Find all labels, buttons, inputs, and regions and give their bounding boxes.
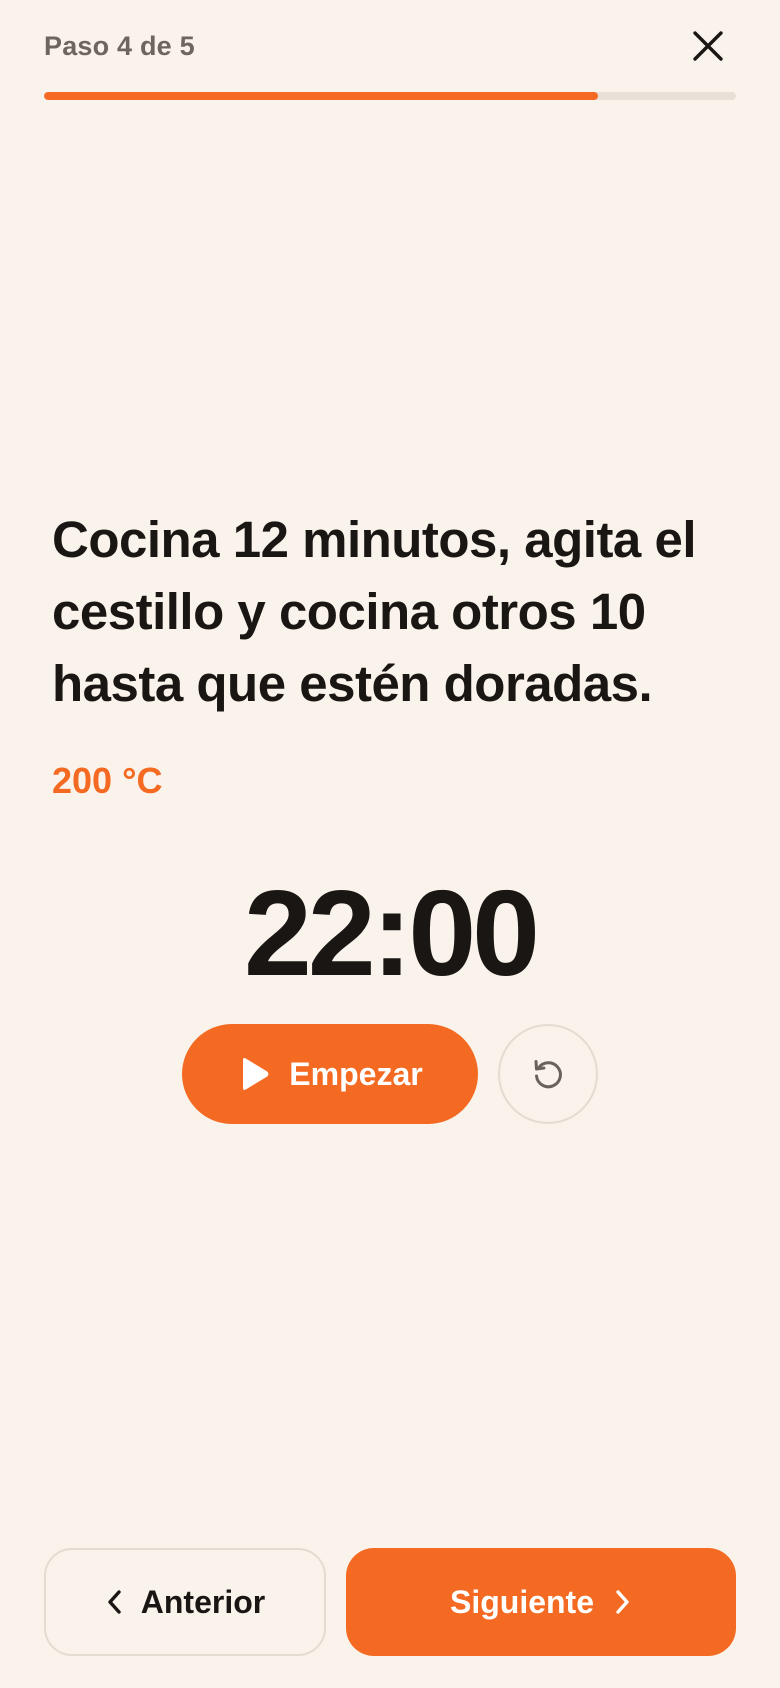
previous-step-label: Anterior — [140, 1583, 266, 1620]
progress-bar-fill — [44, 92, 598, 100]
start-timer-label: Empezar — [289, 1055, 423, 1092]
progress-bar — [44, 92, 736, 100]
step-counter: Paso 4 de 5 — [44, 31, 195, 61]
reset-timer-button[interactable] — [498, 1024, 598, 1124]
chevron-right-icon — [614, 1588, 632, 1616]
close-icon — [691, 29, 725, 63]
cooking-step-screen: Paso 4 de 5 Cocina 12 minutos, agita el … — [0, 0, 780, 1688]
play-icon — [237, 1056, 271, 1092]
header: Paso 4 de 5 — [44, 22, 736, 70]
next-step-label: Siguiente — [449, 1583, 594, 1620]
chevron-left-icon — [105, 1588, 123, 1616]
reset-icon — [531, 1057, 565, 1091]
next-step-button[interactable]: Siguiente — [346, 1548, 736, 1656]
close-button[interactable] — [684, 22, 732, 70]
temperature-label: 200 °C — [52, 760, 163, 801]
start-timer-button[interactable]: Empezar — [182, 1024, 478, 1124]
step-instruction: Cocina 12 minutos, agita el cestillo y c… — [52, 511, 697, 712]
previous-step-button[interactable]: Anterior — [44, 1548, 326, 1656]
timer-display: 22:00 — [243, 865, 540, 1001]
